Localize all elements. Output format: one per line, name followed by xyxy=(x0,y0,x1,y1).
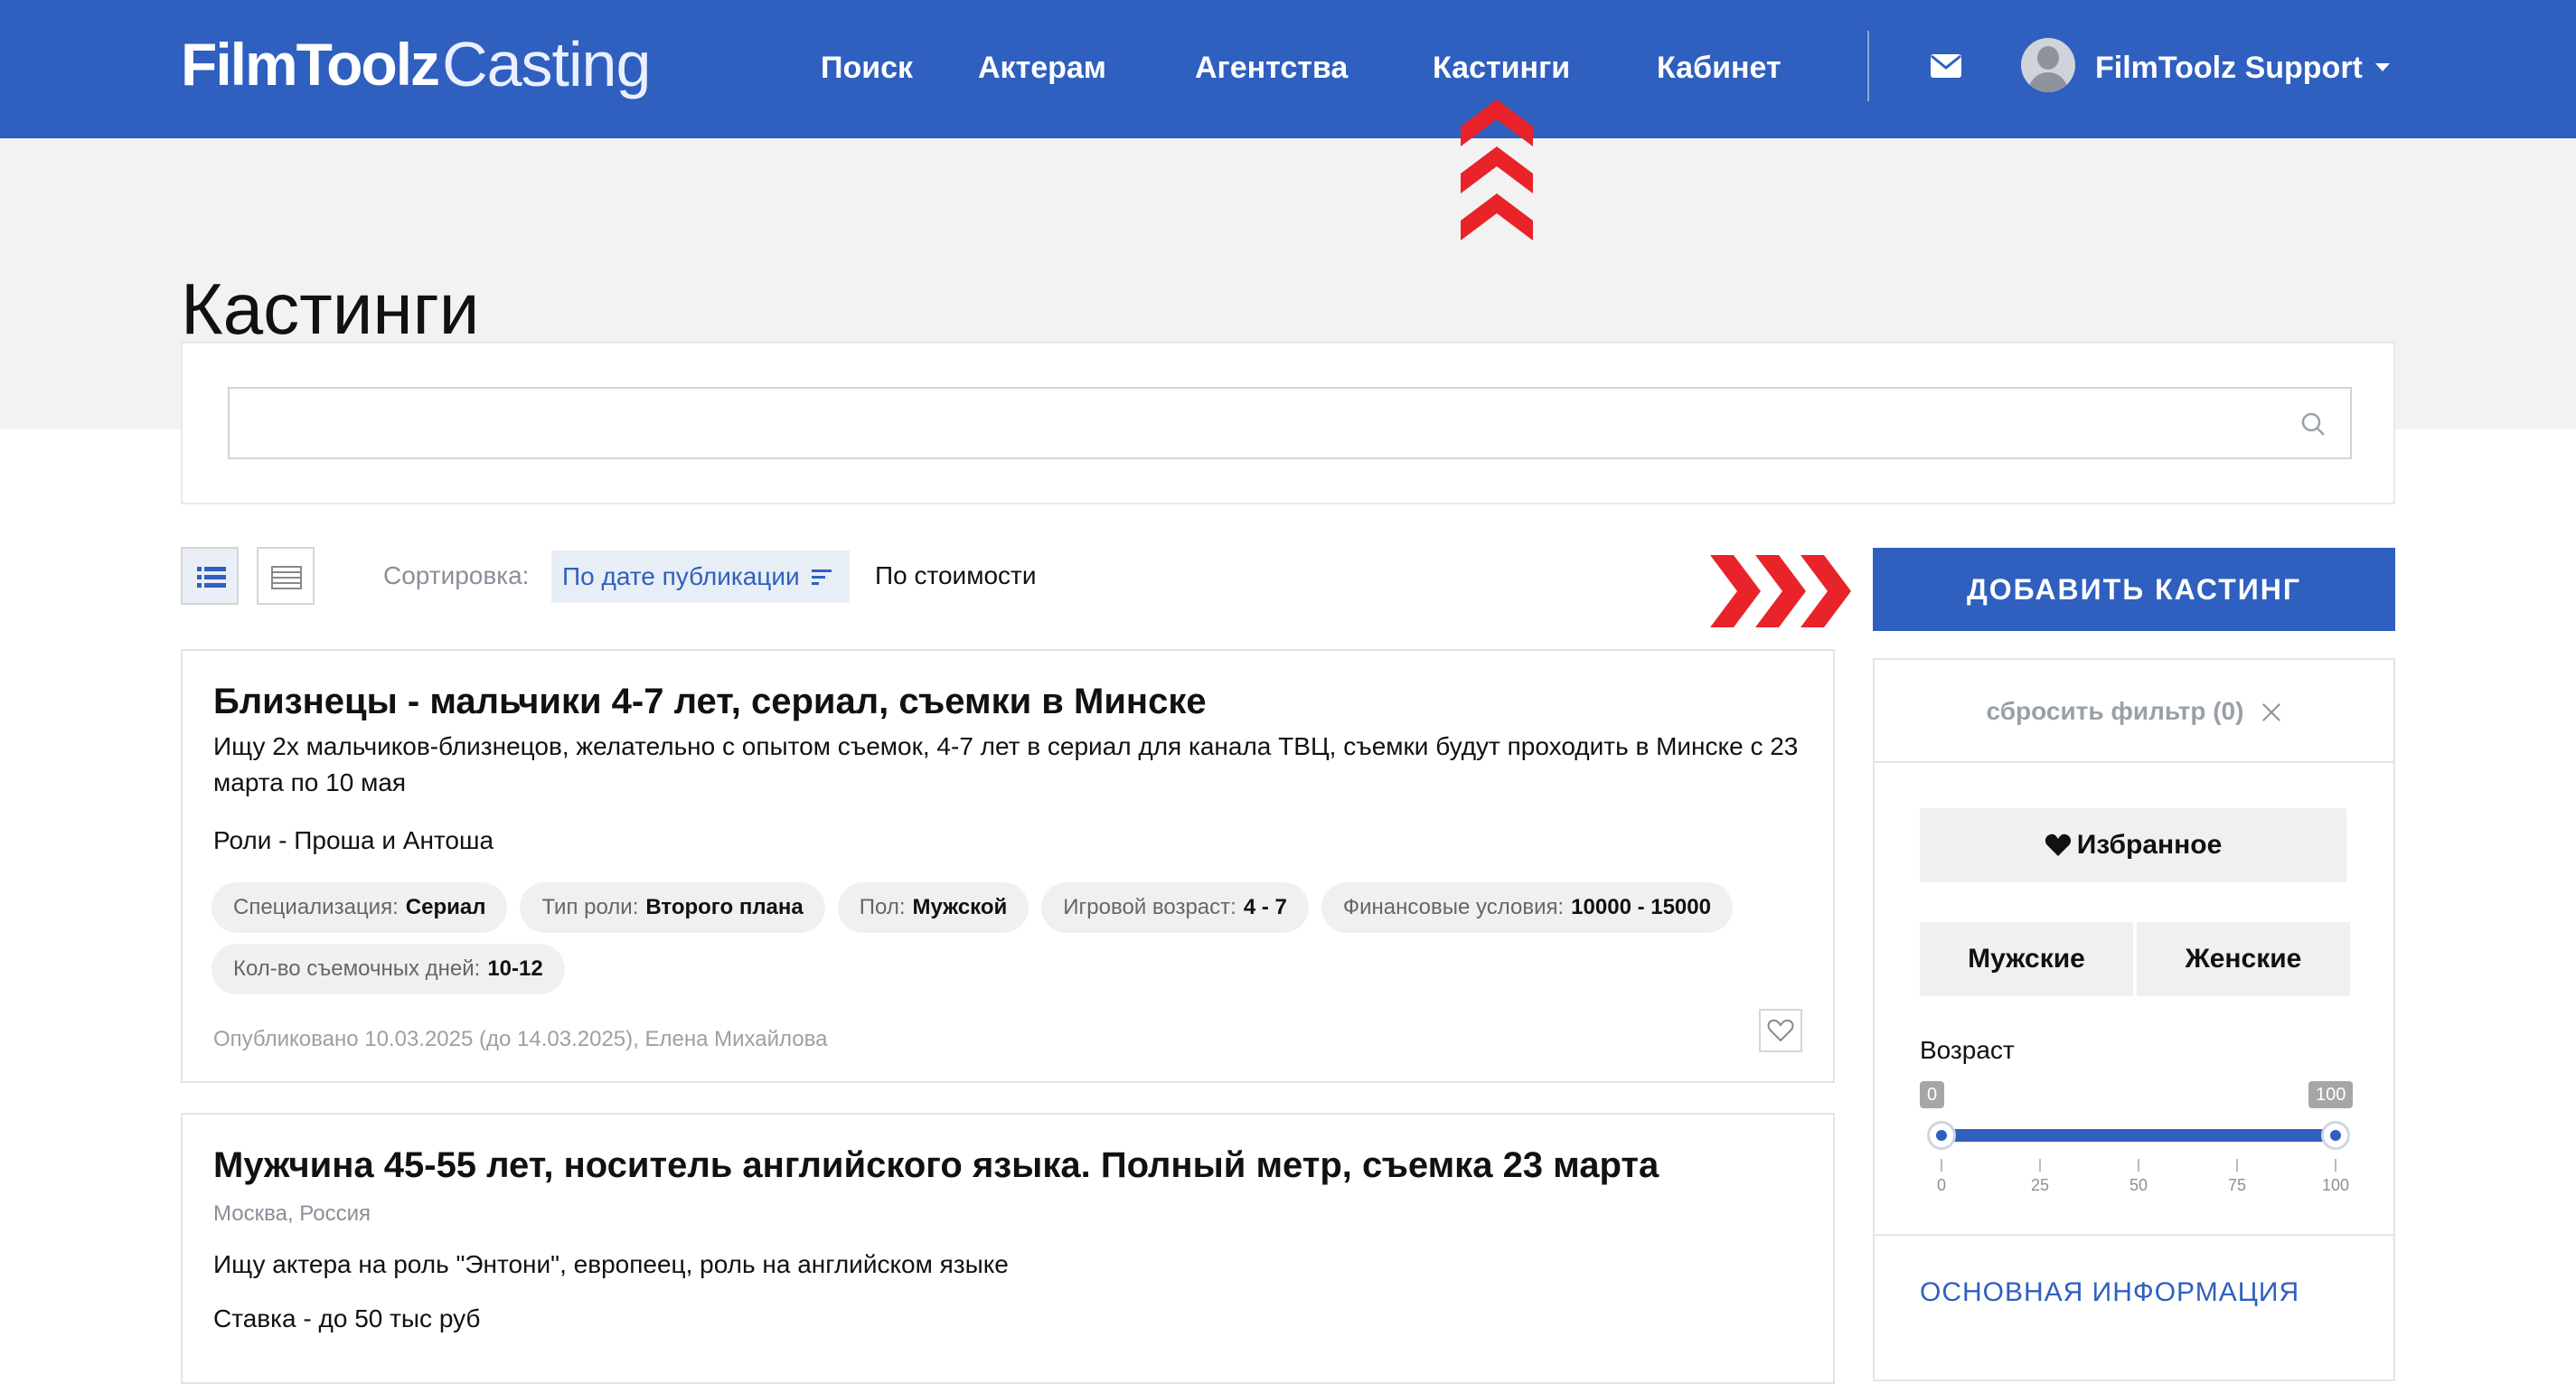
nav-item-castings[interactable]: Кастинги xyxy=(1433,43,1570,92)
favorites-filter-button[interactable]: Избранное xyxy=(1920,808,2346,882)
age-tick xyxy=(1941,1159,1942,1172)
tag-key: Кол-во съемочных дней: xyxy=(233,956,481,981)
list-view-icon xyxy=(197,567,226,588)
age-tick-label: 0 xyxy=(1936,1176,1946,1194)
close-icon[interactable] xyxy=(2261,701,2281,721)
age-tick-label: 50 xyxy=(2129,1176,2148,1194)
age-min-badge: 0 xyxy=(1920,1081,1945,1108)
age-min-handle[interactable] xyxy=(1927,1121,1956,1150)
casting-description: Ищу актера на роль "Энтони", европеец, р… xyxy=(213,1250,1009,1278)
age-tick-label: 75 xyxy=(2227,1176,2247,1194)
tag-key: Игровой возраст: xyxy=(1063,895,1236,919)
tag-key: Финансовые условия: xyxy=(1342,895,1565,919)
envelope-icon[interactable] xyxy=(1931,54,1961,78)
casting-card[interactable]: Мужчина 45-55 лет, носитель английского … xyxy=(181,1113,1835,1384)
search-input[interactable] xyxy=(228,387,2352,459)
tag-key: Специализация: xyxy=(233,895,399,919)
add-casting-button[interactable]: ДОБАВИТЬ КАСТИНГ xyxy=(1873,548,2395,631)
casting-title[interactable]: Близнецы - мальчики 4-7 лет, сериал, съе… xyxy=(213,678,1207,725)
tag-gender: Пол: Мужской xyxy=(837,882,1029,933)
nav-item-agencies[interactable]: Агентства xyxy=(1195,43,1348,92)
top-navigation-bar: FilmToolz Casting Поиск Актерам Агентств… xyxy=(0,0,2576,138)
reset-filter-label: сбросить фильтр (0) xyxy=(1986,697,2244,725)
tag-key: Пол: xyxy=(859,895,906,919)
list-view-button[interactable] xyxy=(181,547,239,605)
nav-divider xyxy=(1867,31,1869,101)
sort-descending-icon xyxy=(812,570,832,585)
tag-specialization: Специализация: Сериал xyxy=(212,882,508,933)
casting-tags: Специализация: Сериал Тип роли: Второго пл… xyxy=(212,882,1802,994)
nav-item-actors[interactable]: Актерам xyxy=(978,43,1106,92)
page-title: Кастинги xyxy=(181,268,480,349)
casting-card[interactable]: Близнецы - мальчики 4-7 лет, сериал, съе… xyxy=(181,649,1835,1083)
tag-value: Второго плана xyxy=(645,895,804,919)
casting-title[interactable]: Мужчина 45-55 лет, носитель английского … xyxy=(213,1142,1659,1189)
user-avatar[interactable] xyxy=(2021,38,2075,92)
tag-value: Сериал xyxy=(405,895,486,919)
avatar-head-shape xyxy=(2037,46,2059,70)
tag-financial-terms: Финансовые условия: 10000 - 15000 xyxy=(1321,882,1733,933)
logo-light-text: Casting xyxy=(442,29,651,99)
age-tick xyxy=(2039,1159,2041,1172)
tag-shooting-days: Кол-во съемочных дней: 10-12 xyxy=(212,944,565,994)
age-tick xyxy=(2236,1159,2238,1172)
sort-label: Сортировка: xyxy=(383,561,530,589)
red-chevron-right-arrow xyxy=(1710,555,1851,627)
female-filter-button[interactable]: Женские xyxy=(2137,922,2350,996)
caret-down-icon[interactable] xyxy=(2375,63,2390,71)
age-filter-label: Возраст xyxy=(1920,1036,2015,1064)
casting-rate: Ставка - до 50 тыс руб xyxy=(213,1304,481,1332)
sort-by-price-button[interactable]: По стоимости xyxy=(875,559,1037,593)
nav-item-search[interactable]: Поиск xyxy=(821,43,913,92)
heart-outline-icon xyxy=(1767,1019,1794,1042)
tag-value: Мужской xyxy=(912,895,1008,919)
casting-roles: Роли - Проша и Антоша xyxy=(213,826,494,854)
search-icon[interactable] xyxy=(2299,410,2327,438)
casting-description: Ищу 2х мальчиков-близнецов, желательно с… xyxy=(213,732,1799,796)
search-card xyxy=(181,342,2395,504)
tag-value: 10000 - 15000 xyxy=(1571,895,1711,919)
casting-published-meta: Опубликовано 10.03.2025 (до 14.03.2025),… xyxy=(213,1027,828,1051)
age-tick-label: 100 xyxy=(2321,1176,2350,1194)
logo-bold-text: FilmToolz xyxy=(181,31,440,98)
user-name[interactable]: FilmToolz Support xyxy=(2095,43,2363,92)
table-view-button[interactable] xyxy=(257,547,315,605)
heart-filled-icon xyxy=(2045,833,2071,856)
age-max-badge: 100 xyxy=(2308,1081,2354,1108)
casting-location: Москва, Россия xyxy=(213,1201,371,1226)
age-max-handle[interactable] xyxy=(2321,1121,2350,1150)
table-view-icon xyxy=(271,566,302,589)
nav-item-cabinet[interactable]: Кабинет xyxy=(1657,43,1782,92)
tag-value: 10-12 xyxy=(487,956,543,981)
tag-key: Тип роли: xyxy=(541,895,639,919)
male-filter-button[interactable]: Мужские xyxy=(1920,922,2133,996)
basic-info-section-link[interactable]: ОСНОВНАЯ ИНФОРМАЦИЯ xyxy=(1920,1275,2299,1311)
reset-filter-button[interactable]: сбросить фильтр (0) xyxy=(1875,660,2393,763)
age-range-track[interactable] xyxy=(1941,1129,2336,1142)
favorite-button[interactable] xyxy=(1759,1009,1802,1052)
avatar-body-shape xyxy=(2028,72,2068,92)
sort-by-date-label: По дате публикации xyxy=(562,562,800,590)
tag-playing-age: Игровой возраст: 4 - 7 xyxy=(1041,882,1309,933)
favorites-filter-label: Избранное xyxy=(2076,830,2223,860)
filmtoolz-casting-logo[interactable]: FilmToolz Casting xyxy=(181,24,651,105)
sidebar-divider xyxy=(1875,1234,2393,1236)
age-tick xyxy=(2138,1159,2139,1172)
age-tick-label: 25 xyxy=(2030,1176,2050,1194)
sort-by-date-button[interactable]: По дате публикации xyxy=(551,551,850,603)
age-tick xyxy=(2335,1159,2336,1172)
tag-role-type: Тип роли: Второго плана xyxy=(520,882,825,933)
red-chevron-up-arrow xyxy=(1461,99,1533,240)
tag-value: 4 - 7 xyxy=(1243,895,1287,919)
filter-sidebar: сбросить фильтр (0) Избранное Мужские Же… xyxy=(1873,658,2395,1381)
